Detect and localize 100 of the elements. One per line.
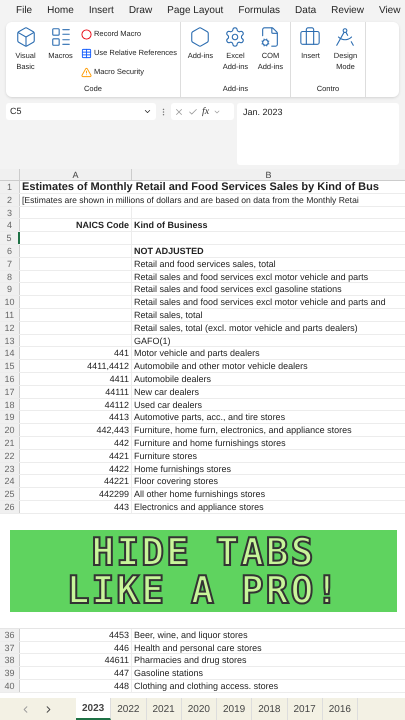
sheet-tab[interactable]: 2020	[182, 698, 217, 720]
table-cell: 442,443	[96, 425, 129, 436]
name-box[interactable]: C5	[6, 103, 156, 120]
row-number[interactable]: 17	[0, 386, 20, 398]
table-cell: Automotive parts, acc., and tire stores	[134, 412, 286, 422]
row-number[interactable]: 26	[0, 500, 20, 513]
row-number[interactable]: 8	[0, 270, 20, 282]
record-icon	[81, 28, 92, 40]
table-cell: Retail sales and food services excl motor vehicle and parts	[134, 272, 368, 282]
gear-icon	[224, 26, 246, 48]
row-number[interactable]: 14	[0, 347, 20, 360]
menu-tab[interactable]: Review	[331, 2, 364, 18]
row-number[interactable]: 21	[0, 436, 20, 449]
table-cell: NAICS Code	[76, 220, 129, 230]
row-number[interactable]: 19	[0, 411, 20, 424]
menu-tab[interactable]: File	[16, 2, 32, 18]
sheet-tab[interactable]: 2018	[252, 698, 288, 720]
row-number[interactable]: 4	[0, 219, 20, 232]
menu-tab[interactable]: Page Layout	[167, 2, 224, 18]
table-cell: Kind of Business	[134, 220, 208, 230]
table-cell: 4421	[108, 450, 129, 461]
row-number[interactable]: 20	[0, 424, 20, 436]
table-cell: 443	[114, 502, 129, 512]
table-cell: 448	[114, 680, 129, 691]
table-cell: 44111	[105, 386, 129, 397]
table-cell: NOT ADJUSTED	[134, 246, 204, 256]
menu-tab[interactable]: Formulas	[238, 2, 280, 18]
row-number[interactable]: 36	[0, 628, 20, 641]
function-button[interactable]: fx	[202, 104, 210, 119]
row-number[interactable]: 23	[0, 462, 20, 474]
row-number[interactable]: 7	[0, 258, 20, 270]
row-number[interactable]: 40	[0, 680, 20, 692]
row-number[interactable]: 9	[0, 283, 20, 296]
table-cell: 441	[114, 348, 129, 358]
row-number[interactable]: 12	[0, 322, 20, 334]
sheet-tab[interactable]: 2016	[322, 698, 358, 720]
row-number[interactable]: 1	[0, 181, 20, 193]
table-cell: Electronics and appliance stores	[134, 502, 264, 512]
menu-tab[interactable]: Home	[47, 2, 74, 18]
row-number[interactable]: 11	[0, 308, 20, 321]
table-cell: 4411,4412	[87, 361, 129, 372]
table-icon	[81, 48, 92, 58]
table-cell: Automobile and other motor vehicle dealers	[134, 361, 308, 372]
row-number[interactable]: 6	[0, 244, 20, 257]
row-number[interactable]: 18	[0, 398, 20, 410]
chevron-down-icon	[143, 107, 152, 116]
table-cell: Clothing and clothing access. stores	[134, 680, 278, 691]
table-cell: 4413	[108, 412, 129, 422]
table-cell: Retail sales and food services excl gasoline stations	[134, 284, 342, 294]
sheet-tab[interactable]: 2023	[76, 698, 112, 720]
row-number[interactable]: 16	[0, 372, 20, 385]
row-number[interactable]: 22	[0, 450, 20, 462]
table-cell: Used car dealers	[134, 400, 202, 410]
table-cell: Furniture, home furn, electronics, and appliance stores	[134, 425, 352, 436]
menu-tab[interactable]: View	[378, 2, 400, 18]
row-number[interactable]: 37	[0, 642, 20, 654]
table-cell: Automobile dealers	[134, 374, 212, 384]
table-cell: 447	[114, 668, 129, 678]
row-number[interactable]: 25	[0, 488, 20, 500]
table-cell: Retail sales, total (excl. motor vehicle and parts dealers)	[134, 322, 358, 333]
table-cell: 4453	[108, 630, 129, 640]
banner-text: HIDE TABS	[92, 532, 316, 571]
table-cell: All other home furnishings stores	[134, 489, 266, 500]
column-header[interactable]: A	[20, 169, 132, 180]
warning-icon	[81, 66, 92, 78]
column-header[interactable]: B	[132, 169, 405, 180]
row-number[interactable]: 24	[0, 475, 20, 488]
table-cell: 442299	[98, 489, 129, 500]
menu-tab[interactable]: Data	[295, 2, 316, 18]
table-cell: 44221	[104, 476, 129, 486]
sheet-tab[interactable]: 2022	[111, 698, 146, 720]
row-number[interactable]: 38	[0, 654, 20, 666]
row-number[interactable]: 2	[0, 194, 20, 206]
table-cell: 442	[114, 438, 129, 448]
list-icon	[50, 26, 72, 48]
menu-tab[interactable]: Draw	[128, 2, 152, 18]
row-number[interactable]: 3	[0, 206, 20, 218]
row-number[interactable]: 5	[0, 232, 20, 244]
row-number[interactable]: 10	[0, 296, 20, 308]
sheet-tab[interactable]: 2017	[288, 698, 323, 720]
table-cell: 4411	[110, 374, 129, 384]
cube-icon	[14, 26, 36, 48]
sheet-tab[interactable]: 2021	[146, 698, 182, 720]
row-number[interactable]: 15	[0, 360, 20, 372]
row-number[interactable]: 39	[0, 667, 20, 679]
table-cell: 4422	[108, 464, 129, 474]
table-cell: New car dealers	[134, 386, 200, 397]
cancel-icon[interactable]	[174, 106, 184, 116]
menu-tab[interactable]: Insert	[88, 2, 114, 18]
table-cell: Retail sales and food services excl motor vehicle and parts and	[134, 297, 386, 308]
cell-reference: C5	[10, 104, 22, 118]
sheet-tab[interactable]: 2019	[217, 698, 252, 720]
table-cell: GAFO(1)	[134, 336, 171, 346]
table-cell: Furniture stores	[134, 450, 198, 461]
formula-field[interactable]: Jan. 2023	[237, 103, 399, 165]
table-cell: [Estimates are shown in millions of dollars and are based on data from the Monthly Retai	[22, 194, 359, 205]
check-icon[interactable]	[188, 106, 198, 116]
hexagon-icon	[189, 26, 212, 48]
row-number[interactable]: 13	[0, 334, 20, 346]
banner-text: LIKE A PRO!	[66, 570, 340, 609]
